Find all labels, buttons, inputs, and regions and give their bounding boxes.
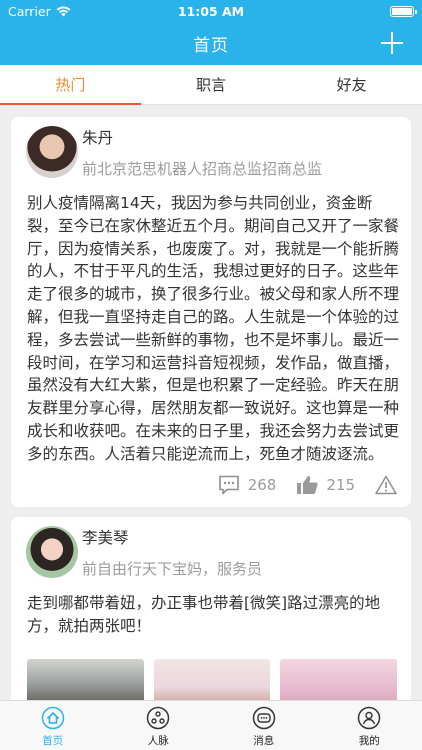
add-button[interactable] — [380, 31, 404, 55]
battery-icon — [390, 5, 417, 17]
author-description: 前北京范思机器人招商总监招商总监 — [82, 160, 323, 178]
post-content[interactable]: 别人疫情隔离14天，我因为参与共同创业，资金断裂，至今已在家休整近五个月。期间自… — [27, 192, 399, 466]
author-name[interactable]: 朱丹 — [82, 126, 113, 148]
avatar[interactable] — [26, 126, 78, 178]
tabbar-messages[interactable]: 消息 — [211, 701, 317, 750]
tabbar-home[interactable]: 首页 — [0, 701, 106, 750]
comment-button[interactable]: 268 — [218, 475, 277, 495]
avatar[interactable] — [26, 526, 78, 578]
navigation-bar: 首页 — [0, 22, 422, 65]
tab-hot[interactable]: 热门 — [0, 65, 141, 105]
like-button[interactable]: 215 — [296, 475, 355, 495]
post-feed[interactable]: 朱丹 前北京范思机器人招商总监招商总监 别人疫情隔离14天，我因为参与共同创业，… — [0, 105, 422, 700]
network-icon — [146, 706, 170, 730]
post-card[interactable]: 朱丹 前北京范思机器人招商总监招商总监 别人疫情隔离14天，我因为参与共同创业，… — [11, 117, 411, 507]
tabbar-label: 首页 — [42, 735, 64, 747]
tab-friends[interactable]: 好友 — [281, 65, 422, 104]
tabbar-label: 消息 — [253, 735, 275, 747]
profile-icon — [357, 706, 381, 730]
post-content[interactable]: 走到哪都带着妞，办正事也带着[微笑]路过漂亮的地方，就拍两张吧！ — [27, 592, 399, 638]
home-icon — [41, 706, 65, 730]
page-title: 首页 — [193, 36, 229, 56]
tab-career[interactable]: 职言 — [141, 65, 282, 104]
like-count: 215 — [326, 476, 355, 494]
tabbar-label: 人脉 — [147, 735, 169, 747]
post-photo[interactable] — [280, 659, 398, 700]
comment-count: 268 — [247, 476, 277, 494]
post-photo[interactable] — [153, 659, 271, 700]
status-bar: Carrier 11:05 AM — [0, 0, 422, 22]
photo-gallery — [27, 659, 398, 700]
warning-icon[interactable] — [375, 475, 397, 495]
comment-icon — [218, 475, 240, 495]
feed-tabs: 热门 职言 好友 — [0, 65, 422, 105]
tabbar-profile[interactable]: 我的 — [317, 701, 422, 750]
carrier-label: Carrier — [8, 3, 51, 19]
thumbs-up-icon — [296, 475, 318, 495]
post-photo[interactable] — [27, 659, 144, 700]
bottom-tab-bar: 首页 人脉 消息 我的 — [0, 700, 422, 750]
author-description: 前自由行天下宝妈，服务员 — [82, 560, 263, 578]
author-name[interactable]: 李美琴 — [82, 526, 129, 548]
message-icon — [252, 706, 276, 730]
tabbar-label: 我的 — [358, 735, 380, 747]
wifi-icon — [56, 6, 71, 17]
post-actions: 268 215 — [11, 473, 411, 497]
post-card[interactable]: 李美琴 前自由行天下宝妈，服务员 走到哪都带着妞，办正事也带着[微笑]路过漂亮的… — [11, 517, 411, 700]
tabbar-network[interactable]: 人脉 — [106, 701, 212, 750]
